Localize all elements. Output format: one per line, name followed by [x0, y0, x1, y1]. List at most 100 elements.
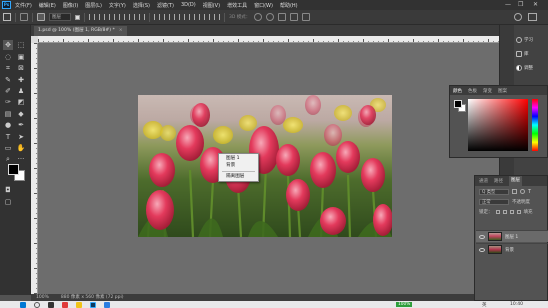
filter-pixel-icon[interactable] — [512, 189, 517, 194]
lock-transparent-icon[interactable] — [495, 209, 500, 214]
crop-tool-icon[interactable]: ⌗ — [3, 63, 13, 73]
app-red-icon[interactable] — [62, 301, 68, 308]
photoshop-taskbar-icon[interactable] — [90, 301, 96, 308]
eraser-tool-icon[interactable]: ◩ — [16, 97, 26, 107]
app-blue-icon[interactable] — [104, 301, 110, 308]
libraries-panel-tab[interactable]: 库 — [516, 48, 529, 59]
distribute-right-icon[interactable] — [174, 14, 180, 20]
menu-image[interactable]: 图像(I) — [63, 2, 78, 9]
tab-paths[interactable]: 路径 — [494, 178, 503, 184]
3d-slide-icon[interactable] — [290, 13, 299, 21]
menu-filter[interactable]: 滤镜(T) — [157, 2, 174, 9]
show-transform-checkbox[interactable] — [75, 14, 80, 20]
tab-color[interactable]: 颜色 — [453, 88, 462, 94]
eyedropper-tool-icon[interactable]: ✎ — [3, 75, 13, 85]
object-select-tool-icon[interactable]: ▣ — [16, 52, 26, 62]
vertical-ruler[interactable] — [31, 43, 38, 294]
menu-help[interactable]: 帮助(H) — [280, 2, 298, 9]
align-right-icon[interactable] — [109, 14, 115, 20]
zoom-badge[interactable]: 100% — [396, 302, 413, 307]
3d-roll-icon[interactable] — [266, 13, 275, 21]
menu-view[interactable]: 视图(V) — [203, 2, 220, 9]
context-item-isolate-layer[interactable]: 隔离图层 — [226, 174, 244, 180]
lock-all-icon[interactable] — [516, 209, 521, 214]
menu-file[interactable]: 文件(F) — [15, 2, 32, 9]
menu-3d[interactable]: 3D(D) — [181, 2, 196, 8]
filter-adjustment-icon[interactable] — [520, 189, 525, 194]
lock-position-icon[interactable] — [509, 209, 514, 214]
history-brush-tool-icon[interactable]: ✑ — [3, 97, 13, 107]
layer-row[interactable]: 背景 — [476, 243, 548, 255]
3d-pan-icon[interactable] — [278, 13, 287, 21]
type-tool-icon[interactable]: T — [3, 132, 13, 142]
align-top-icon[interactable] — [119, 14, 125, 20]
menu-layer[interactable]: 图层(L) — [85, 2, 102, 9]
close-window-button[interactable]: ✕ — [533, 1, 538, 8]
pen-tool-icon[interactable]: ✒ — [16, 120, 26, 130]
task-view-icon[interactable] — [48, 301, 54, 308]
hand-tool-icon[interactable]: ✋ — [16, 143, 26, 153]
menu-type[interactable]: 文字(Y) — [109, 2, 126, 9]
menu-select[interactable]: 选择(S) — [133, 2, 150, 9]
file-explorer-icon[interactable] — [76, 301, 82, 308]
gradient-tool-icon[interactable]: ▤ — [3, 109, 13, 119]
quick-mask-icon[interactable]: ◘ — [3, 185, 13, 195]
distribute-bottom-icon[interactable] — [204, 14, 210, 20]
document-size[interactable]: 880 像素 x 560 像素 (72 ppi) — [61, 295, 124, 300]
move-tool-preset-icon[interactable] — [20, 13, 28, 21]
distribute-spacing-icon[interactable] — [214, 14, 220, 20]
brush-tool-icon[interactable]: ✐ — [3, 86, 13, 96]
3d-scale-icon[interactable] — [302, 13, 311, 21]
align-hcenter-icon[interactable] — [99, 14, 105, 20]
blur-tool-icon[interactable]: ◆ — [16, 109, 26, 119]
marquee-tool-icon[interactable]: ⬚ — [16, 40, 26, 50]
eye-icon[interactable] — [479, 234, 485, 239]
zoom-tool-icon[interactable]: ⌕ — [3, 154, 13, 164]
search-icon[interactable] — [34, 301, 40, 308]
3d-orbit-icon[interactable] — [254, 13, 263, 21]
hue-slider[interactable] — [532, 99, 538, 151]
lock-image-icon[interactable] — [502, 209, 507, 214]
adjustments-panel-tab[interactable]: 调整 — [516, 62, 533, 73]
document-image[interactable] — [138, 95, 392, 237]
foreground-color-swatch[interactable] — [8, 164, 19, 175]
horizontal-ruler[interactable] — [38, 36, 499, 43]
align-vcenter-icon[interactable] — [129, 14, 135, 20]
stamp-tool-icon[interactable]: ♟ — [16, 86, 26, 96]
tab-channels[interactable]: 通道 — [479, 178, 488, 184]
context-item-layer-1[interactable]: 图层 1 — [226, 156, 240, 162]
layer-filter-select[interactable]: Q 类型 — [479, 188, 509, 195]
healing-brush-tool-icon[interactable]: ✚ — [16, 75, 26, 85]
close-tab-icon[interactable]: × — [119, 28, 123, 33]
tab-gradients[interactable]: 渐变 — [483, 88, 492, 94]
path-select-tool-icon[interactable]: ➤ — [16, 132, 26, 142]
eye-icon[interactable] — [479, 247, 485, 252]
context-item-background[interactable]: 背景 — [226, 163, 235, 169]
clock[interactable]: 10:40 — [510, 302, 523, 307]
lasso-tool-icon[interactable]: ◌ — [3, 52, 13, 62]
align-bottom-icon[interactable] — [139, 14, 145, 20]
filter-type-icon[interactable]: T — [528, 189, 531, 195]
windows-start-icon[interactable] — [20, 301, 26, 308]
maximize-button[interactable]: ❐ — [518, 1, 523, 8]
dodge-tool-icon[interactable]: ● — [3, 120, 13, 130]
distribute-top-icon[interactable] — [184, 14, 190, 20]
menu-window[interactable]: 窗口(W) — [254, 2, 273, 9]
search-icon[interactable] — [514, 13, 522, 21]
learn-panel-tab[interactable]: 学习 — [516, 34, 533, 45]
workspace-icon[interactable] — [528, 13, 537, 21]
tab-layers[interactable]: 图层 — [509, 176, 522, 186]
move-tool-icon[interactable]: ✥ — [3, 40, 13, 50]
document-tab[interactable]: 1.psd @ 100% (图层 1, RGB/8#) * × — [34, 26, 127, 36]
tab-swatches[interactable]: 色板 — [468, 88, 477, 94]
menu-edit[interactable]: 编辑(E) — [39, 2, 56, 9]
menu-plugins[interactable]: 增效工具 — [227, 2, 247, 9]
home-icon[interactable] — [3, 13, 11, 21]
shape-tool-icon[interactable]: ▭ — [3, 143, 13, 153]
distribute-middle-icon[interactable] — [194, 14, 200, 20]
auto-select-icon[interactable] — [37, 13, 45, 21]
distribute-left-icon[interactable] — [154, 14, 160, 20]
color-panel-foreground-swatch[interactable] — [454, 100, 462, 108]
more-tools-icon[interactable]: ··· — [16, 154, 26, 164]
blend-mode-select[interactable]: 正常 — [479, 198, 509, 205]
